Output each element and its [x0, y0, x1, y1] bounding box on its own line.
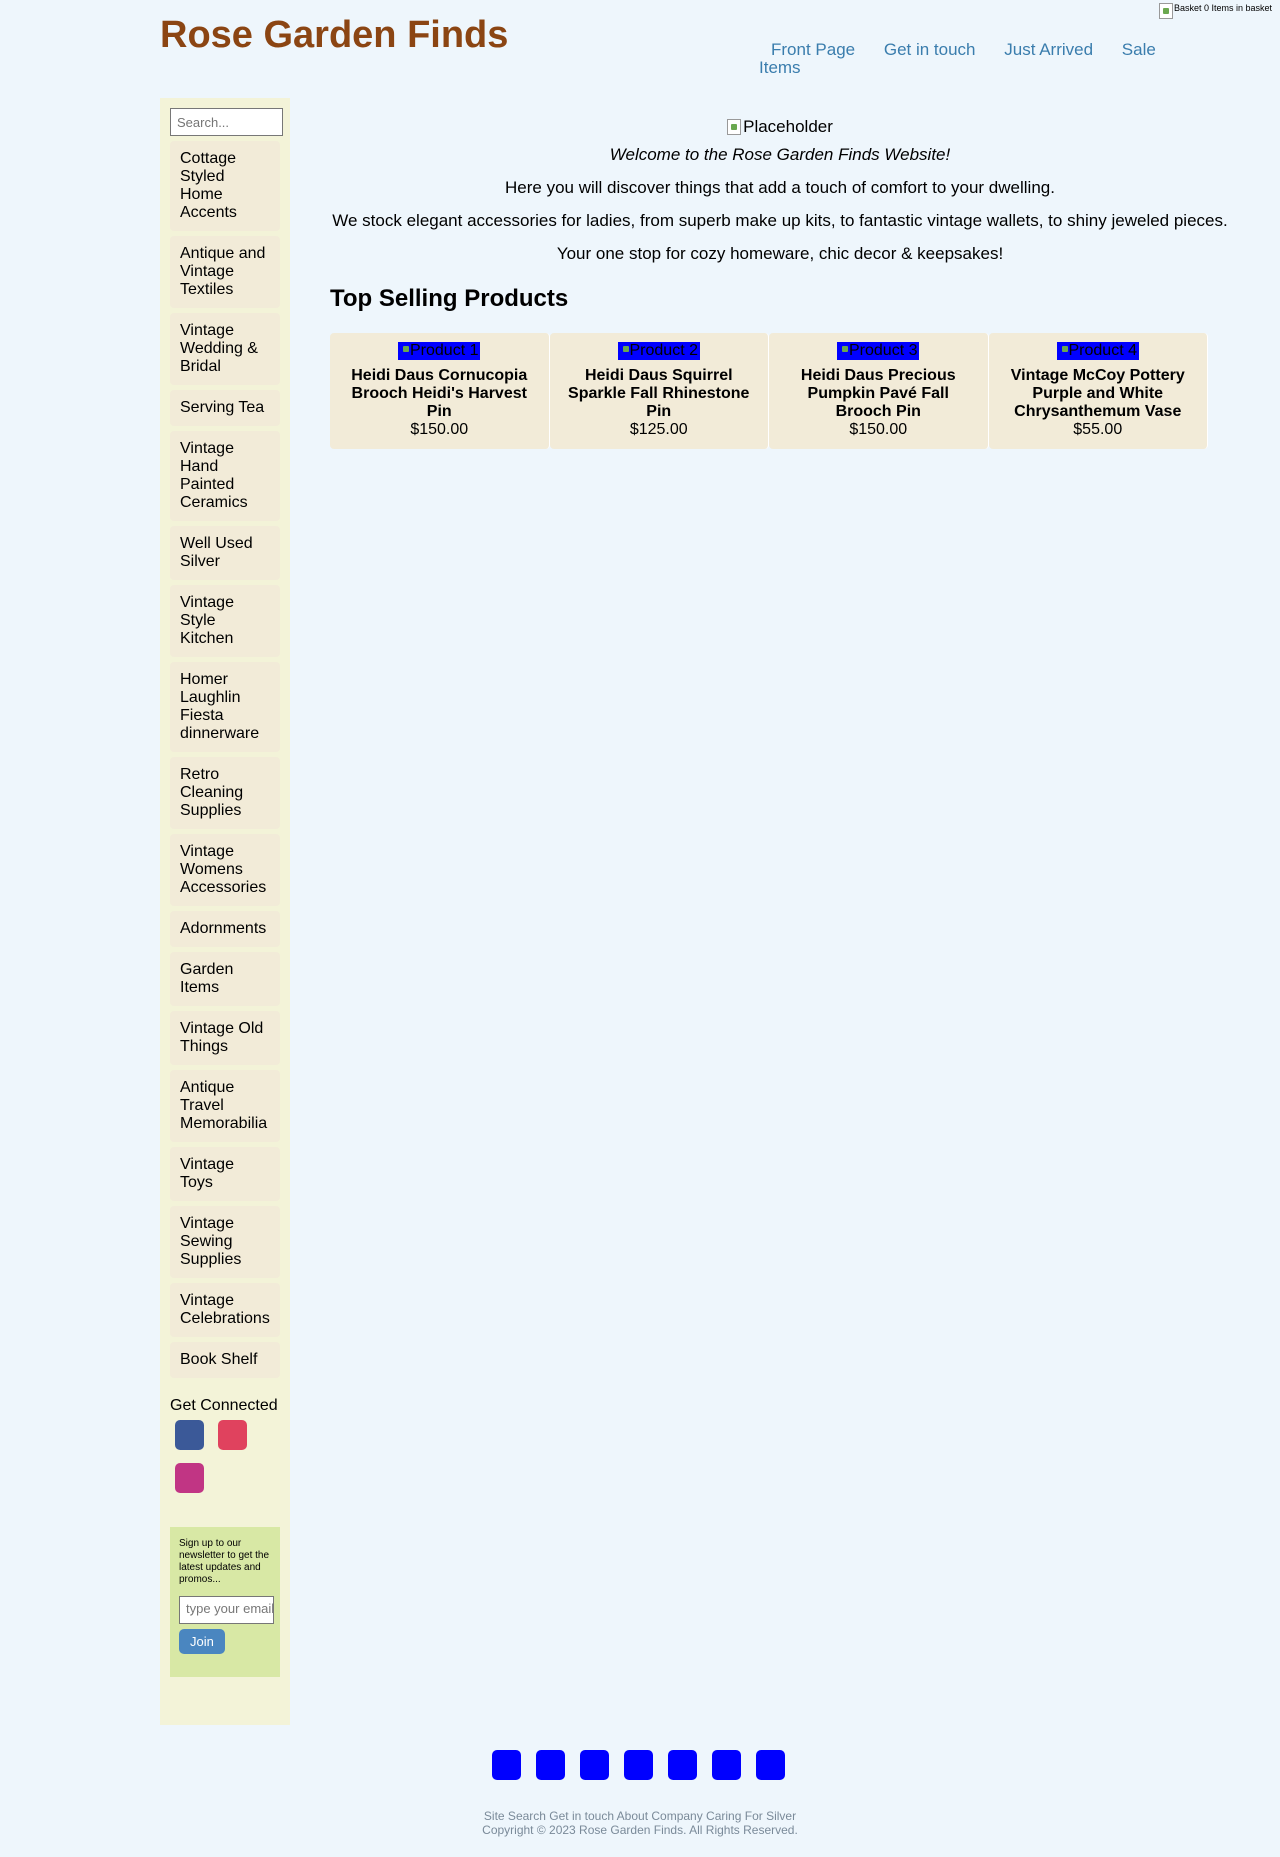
instagram-icon[interactable] [175, 1463, 204, 1493]
nav-link-front-page[interactable]: Front Page [771, 40, 855, 59]
broken-image-icon [839, 342, 849, 358]
product-price: $150.00 [410, 421, 469, 438]
nav-link-get-in-touch[interactable]: Get in touch [884, 40, 976, 59]
footer-links[interactable]: Site Search Get in touch About Company C… [0, 1809, 1280, 1823]
sidebar-category-item[interactable]: Vintage Style Kitchen [170, 585, 280, 657]
footer-social-icon[interactable] [668, 1750, 697, 1780]
sidebar-category-item[interactable]: Book Shelf [170, 1342, 280, 1378]
product-price: $125.00 [629, 421, 688, 438]
newsletter-text: Sign up to our newsletter to get the lat… [179, 1538, 270, 1585]
basket-image-icon [1158, 3, 1173, 19]
product-name[interactable]: Vintage McCoy Pottery Purple and White C… [1001, 367, 1196, 421]
sidebar-category-item[interactable]: Vintage Toys [170, 1147, 280, 1201]
sidebar-category-item[interactable]: Vintage Womens Accessories [170, 834, 280, 906]
product-card[interactable]: Product 1 Heidi Daus Cornucopia Brooch He… [330, 333, 550, 449]
product-card[interactable]: Product 3 Heidi Daus Precious Pumpkin Pav… [769, 333, 989, 449]
footer-social-icon[interactable] [536, 1750, 565, 1780]
product-image-alt: Product 1 [410, 342, 479, 359]
pinterest-icon[interactable] [218, 1420, 247, 1450]
top-navigation: Front Page Get in touch Just Arrived Sal… [759, 41, 1159, 77]
hero-image-alt: Placeholder [743, 117, 833, 136]
broken-image-icon [620, 342, 630, 358]
product-name[interactable]: Heidi Daus Cornucopia Brooch Heidi's Har… [342, 367, 537, 421]
product-image-alt: Product 3 [849, 342, 918, 359]
welcome-text: Welcome to the Rose Garden Finds Website… [330, 145, 1230, 264]
product-name[interactable]: Heidi Daus Squirrel Sparkle Fall Rhinest… [562, 367, 757, 421]
welcome-line: We stock elegant accessories for ladies,… [332, 211, 1228, 230]
footer-social-icon[interactable] [624, 1750, 653, 1780]
footer-icons [492, 1750, 785, 1780]
sidebar-category-item[interactable]: Vintage Old Things [170, 1011, 280, 1065]
footer-social-icon[interactable] [756, 1750, 785, 1780]
product-grid: Product 1 Heidi Daus Cornucopia Brooch He… [330, 333, 1208, 449]
sidebar-category-item[interactable]: Vintage Sewing Supplies [170, 1206, 280, 1278]
copyright: Copyright © 2023 Rose Garden Finds. All … [482, 1823, 798, 1837]
site-title[interactable]: Rose Garden Finds [160, 14, 508, 57]
product-image[interactable]: Product 3 [837, 342, 920, 360]
footer-social-icon[interactable] [712, 1750, 741, 1780]
sidebar: Cottage Styled Home AccentsAntique and V… [160, 98, 290, 1725]
join-button[interactable]: Join [179, 1629, 225, 1654]
nav-link-just-arrived[interactable]: Just Arrived [1004, 40, 1093, 59]
social-links [170, 1420, 280, 1493]
product-image[interactable]: Product 1 [398, 342, 481, 360]
footer-social-icon[interactable] [492, 1750, 521, 1780]
sidebar-category-item[interactable]: Antique Travel Memorabilia [170, 1070, 280, 1142]
product-image-alt: Product 4 [1068, 342, 1137, 359]
email-field[interactable]: type your email [179, 1596, 274, 1624]
sidebar-category-item[interactable]: Retro Cleaning Supplies [170, 757, 280, 829]
product-image-alt: Product 2 [629, 342, 698, 359]
hero-image: Placeholder [727, 117, 833, 137]
product-price: $150.00 [849, 421, 908, 438]
sidebar-category-item[interactable]: Homer Laughlin Fiesta dinnerware [170, 662, 280, 752]
sidebar-category-item[interactable]: Vintage Hand Painted Ceramics [170, 431, 280, 521]
footer-social-icon[interactable] [580, 1750, 609, 1780]
basket-text: Basket 0 Items in basket [1173, 3, 1272, 13]
sidebar-category-item[interactable]: Cottage Styled Home Accents [170, 141, 280, 231]
section-title: Top Selling Products [330, 285, 569, 312]
get-connected-label: Get Connected [170, 1397, 278, 1414]
welcome-line: Here you will discover things that add a… [505, 178, 1055, 197]
sidebar-category-item[interactable]: Garden Items [170, 952, 280, 1006]
footer: Site Search Get in touch About Company C… [0, 1809, 1280, 1837]
sidebar-category-item[interactable]: Vintage Wedding & Bridal [170, 313, 280, 385]
product-card[interactable]: Product 4 Vintage McCoy Pottery Purple an… [988, 333, 1208, 449]
broken-image-icon [400, 342, 410, 358]
main-content: Placeholder Welcome to the Rose Garden F… [330, 115, 1230, 449]
product-card[interactable]: Product 2 Heidi Daus Squirrel Sparkle Fal… [549, 333, 769, 449]
newsletter-box: Sign up to our newsletter to get the lat… [170, 1527, 280, 1677]
broken-image-icon [1059, 342, 1069, 358]
sidebar-category-item[interactable]: Serving Tea [170, 390, 280, 426]
product-name[interactable]: Heidi Daus Precious Pumpkin Pavé Fall Br… [781, 367, 976, 421]
sidebar-category-item[interactable]: Well Used Silver [170, 526, 280, 580]
sidebar-category-item[interactable]: Adornments [170, 911, 280, 947]
product-price: $55.00 [1073, 421, 1123, 438]
broken-image-icon [727, 119, 742, 135]
welcome-line: Welcome to the Rose Garden Finds Website… [609, 145, 951, 164]
product-image[interactable]: Product 4 [1056, 342, 1139, 360]
sidebar-category-item[interactable]: Antique and Vintage Textiles [170, 236, 280, 308]
basket-link[interactable]: Basket 0 Items in basket [1158, 3, 1272, 19]
sidebar-category-item[interactable]: Vintage Celebrations [170, 1283, 280, 1337]
product-image[interactable]: Product 2 [617, 342, 700, 360]
welcome-line: Your one stop for cozy homeware, chic de… [556, 244, 1004, 263]
search-input[interactable] [170, 108, 283, 136]
facebook-icon[interactable] [175, 1420, 204, 1450]
category-list: Cottage Styled Home Accents Antique and V… [170, 141, 280, 1378]
